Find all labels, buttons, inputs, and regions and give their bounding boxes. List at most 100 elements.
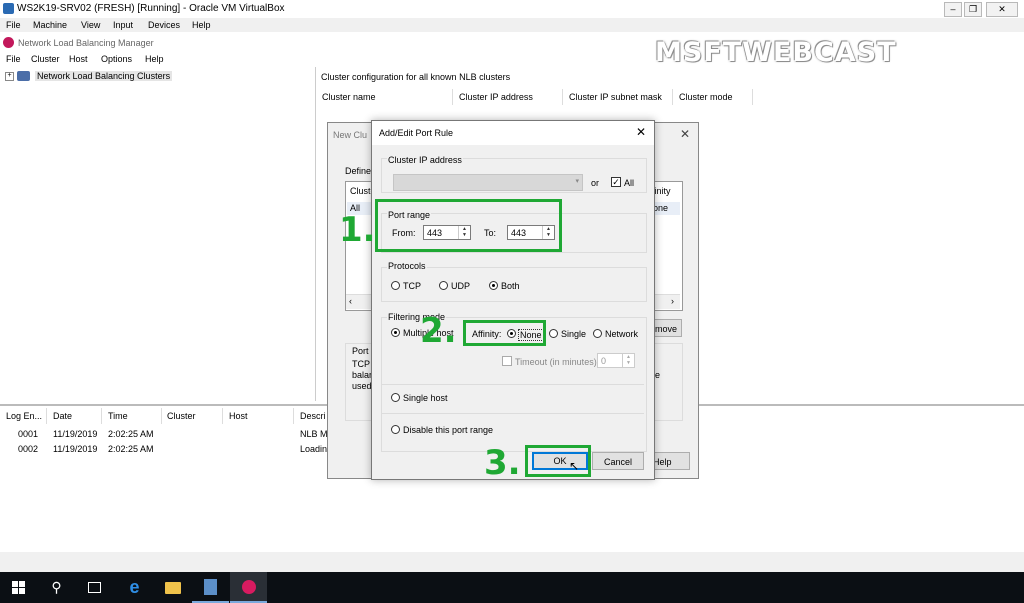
log-row-id: 0001 <box>18 429 39 439</box>
col-cluster-mask[interactable]: Cluster IP subnet mask <box>563 89 673 105</box>
both-radio[interactable] <box>489 281 498 290</box>
edge-button[interactable]: e <box>116 572 153 603</box>
protocols-label: Protocols <box>387 261 427 271</box>
log-row-time: 2:02:25 AM <box>108 444 154 454</box>
log-row-desc: NLB M <box>300 429 328 439</box>
single-host-label: Single host <box>403 393 448 403</box>
server-manager-button[interactable] <box>192 572 229 603</box>
watermark: MSFTWEBCAST <box>655 37 897 68</box>
nlb-app-icon <box>3 37 14 48</box>
timeout-spinner[interactable]: 0 ▲ ▼ <box>597 353 635 368</box>
vbox-menu-machine[interactable]: Machine <box>33 20 67 30</box>
vbox-menu-bar: File Machine View Input Devices Help <box>0 18 1024 32</box>
cluster-ip-dropdown[interactable]: ▾ <box>393 174 583 191</box>
vbox-menu-view[interactable]: View <box>81 20 100 30</box>
close-button[interactable]: ✕ <box>986 2 1018 17</box>
col-cluster-ip[interactable]: Cluster IP address <box>453 89 563 105</box>
col-cluster-name[interactable]: Cluster name <box>316 89 453 105</box>
divider <box>382 384 644 385</box>
bg-desc-line: TCP <box>352 359 370 369</box>
vbox-menu-devices[interactable]: Devices <box>148 20 180 30</box>
nlb-manager-button[interactable] <box>230 572 267 603</box>
affinity-network-radio[interactable] <box>593 329 602 338</box>
single-host-radio[interactable] <box>391 393 400 402</box>
log-col-entry[interactable]: Log En... <box>0 408 47 424</box>
bg-dialog-title: New Clu <box>333 130 368 140</box>
vbox-app-icon <box>3 3 14 14</box>
timeout-value: 0 <box>601 356 607 366</box>
bg-desc-line: balar <box>352 370 373 380</box>
internet-explorer-icon: e <box>129 577 140 597</box>
scroll-left-icon[interactable]: ‹ <box>349 296 352 306</box>
cluster-ip-label: Cluster IP address <box>387 155 463 165</box>
cancel-button[interactable]: Cancel <box>592 452 644 470</box>
col-cluster-mode[interactable]: Cluster mode <box>673 89 753 105</box>
udp-radio[interactable] <box>439 281 448 290</box>
folder-icon <box>164 581 181 594</box>
log-col-time[interactable]: Time <box>102 408 162 424</box>
log-row-desc: Loadin <box>300 444 328 454</box>
disable-port-range-label: Disable this port range <box>403 425 494 435</box>
scroll-right-icon[interactable]: › <box>671 296 674 306</box>
vbox-menu-file[interactable]: File <box>6 20 21 30</box>
affinity-single-radio[interactable] <box>549 329 558 338</box>
affinity-single-label: Single <box>561 329 587 339</box>
search-button[interactable]: ⚲ <box>38 572 75 603</box>
annotation-step-2: 2. <box>420 311 457 351</box>
minimize-button[interactable]: – <box>944 2 962 17</box>
spin-arrows-icon[interactable]: ▲ ▼ <box>622 354 634 367</box>
chevron-down-icon: ▾ <box>575 178 579 185</box>
nlb-window-title: Network Load Balancing Manager <box>18 38 154 48</box>
bg-desc-line: used <box>352 381 372 391</box>
annotation-step-3: 3. <box>484 443 521 483</box>
file-explorer-button[interactable] <box>154 572 191 603</box>
log-col-host[interactable]: Host <box>223 408 294 424</box>
nlb-menu-options[interactable]: Options <box>101 54 132 64</box>
nlb-menu-file[interactable]: File <box>6 54 21 64</box>
expand-icon[interactable]: + <box>5 72 14 81</box>
all-label: All <box>624 178 635 188</box>
nlb-menu-host[interactable]: Host <box>69 54 88 64</box>
divider <box>382 413 644 414</box>
udp-label: UDP <box>451 281 471 291</box>
restore-button[interactable]: ❐ <box>964 2 982 17</box>
status-bar <box>0 552 1024 572</box>
tree-root-clusters[interactable]: Network Load Balancing Clusters <box>35 71 173 81</box>
all-checkbox[interactable]: ✓ <box>611 177 621 187</box>
task-view-icon <box>88 582 101 593</box>
bg-close-icon[interactable]: ✕ <box>680 127 690 141</box>
vbox-menu-help[interactable]: Help <box>192 20 211 30</box>
timeout-label: Timeout (in minutes): <box>515 357 600 367</box>
start-button[interactable] <box>0 572 37 603</box>
timeout-checkbox[interactable] <box>502 356 512 366</box>
affinity-network-label: Network <box>605 329 639 339</box>
vbox-title-bar: WS2K19-SRV02 (FRESH) [Running] - Oracle … <box>0 0 1024 19</box>
multiple-host-radio[interactable] <box>391 328 400 337</box>
search-icon: ⚲ <box>51 579 62 595</box>
server-manager-icon <box>204 578 217 595</box>
dialog-close-icon[interactable]: ✕ <box>636 125 646 139</box>
log-col-cluster[interactable]: Cluster <box>161 408 223 424</box>
highlight-affinity <box>463 320 546 346</box>
nlb-manager-icon <box>241 579 256 594</box>
dialog-title: Add/Edit Port Rule <box>379 128 454 138</box>
both-label: Both <box>501 281 520 291</box>
tcp-radio[interactable] <box>391 281 400 290</box>
log-row-id: 0002 <box>18 444 39 454</box>
task-view-button[interactable] <box>76 572 113 603</box>
disable-port-range-radio[interactable] <box>391 425 400 434</box>
add-edit-port-rule-dialog: Add/Edit Port Rule ✕ Cluster IP address … <box>371 120 655 480</box>
nlb-menu-help[interactable]: Help <box>145 54 164 64</box>
log-row-date: 11/19/2019 <box>53 444 98 454</box>
clusters-icon <box>17 71 30 81</box>
tcp-label: TCP <box>403 281 421 291</box>
log-row-date: 11/19/2019 <box>53 429 98 439</box>
windows-taskbar: ⚲ e <box>0 572 1024 603</box>
vbox-menu-input[interactable]: Input <box>113 20 133 30</box>
right-pane-header: Cluster configuration for all known NLB … <box>321 72 511 82</box>
vbox-window-title: WS2K19-SRV02 (FRESH) [Running] - Oracle … <box>17 3 285 14</box>
log-row-time: 2:02:25 AM <box>108 429 154 439</box>
log-col-date[interactable]: Date <box>47 408 102 424</box>
annotation-step-1: 1. <box>339 210 376 250</box>
nlb-menu-cluster[interactable]: Cluster <box>31 54 60 64</box>
